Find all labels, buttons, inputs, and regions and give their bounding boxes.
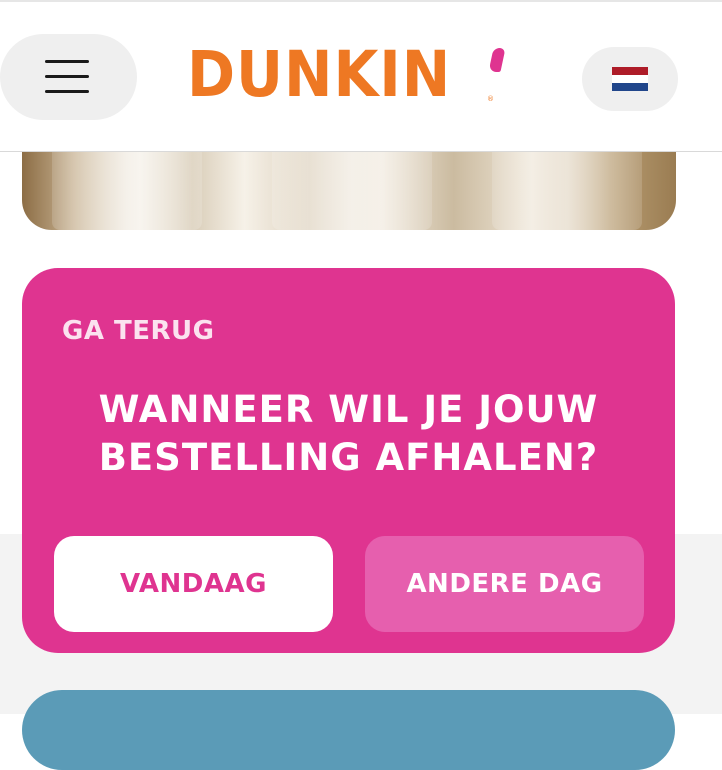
dunkin-logo[interactable]: DUNKIN ® [187, 40, 517, 110]
pickup-time-card: GA TERUG WANNEER WIL JE JOUW BESTELLING … [22, 268, 675, 653]
other-day-button[interactable]: ANDERE DAG [365, 536, 644, 632]
pickup-question-line-2: BESTELLING AFHALEN? [98, 436, 599, 479]
language-selector-button[interactable] [582, 47, 678, 111]
logo-apostrophe [488, 48, 506, 72]
menu-button[interactable] [0, 34, 137, 120]
logo-wordmark: DUNKIN [187, 38, 452, 111]
pickup-question: WANNEER WIL JE JOUW BESTELLING AFHALEN? [22, 386, 675, 482]
back-link[interactable]: GA TERUG [62, 316, 214, 346]
nl-flag-icon [612, 67, 648, 91]
pickup-question-line-1: WANNEER WIL JE JOUW [98, 388, 599, 431]
today-button[interactable]: VANDAAG [54, 536, 333, 632]
logo-registered-mark: ® [487, 95, 494, 103]
site-header: DUNKIN ® [0, 0, 722, 152]
next-section-card [22, 690, 675, 770]
